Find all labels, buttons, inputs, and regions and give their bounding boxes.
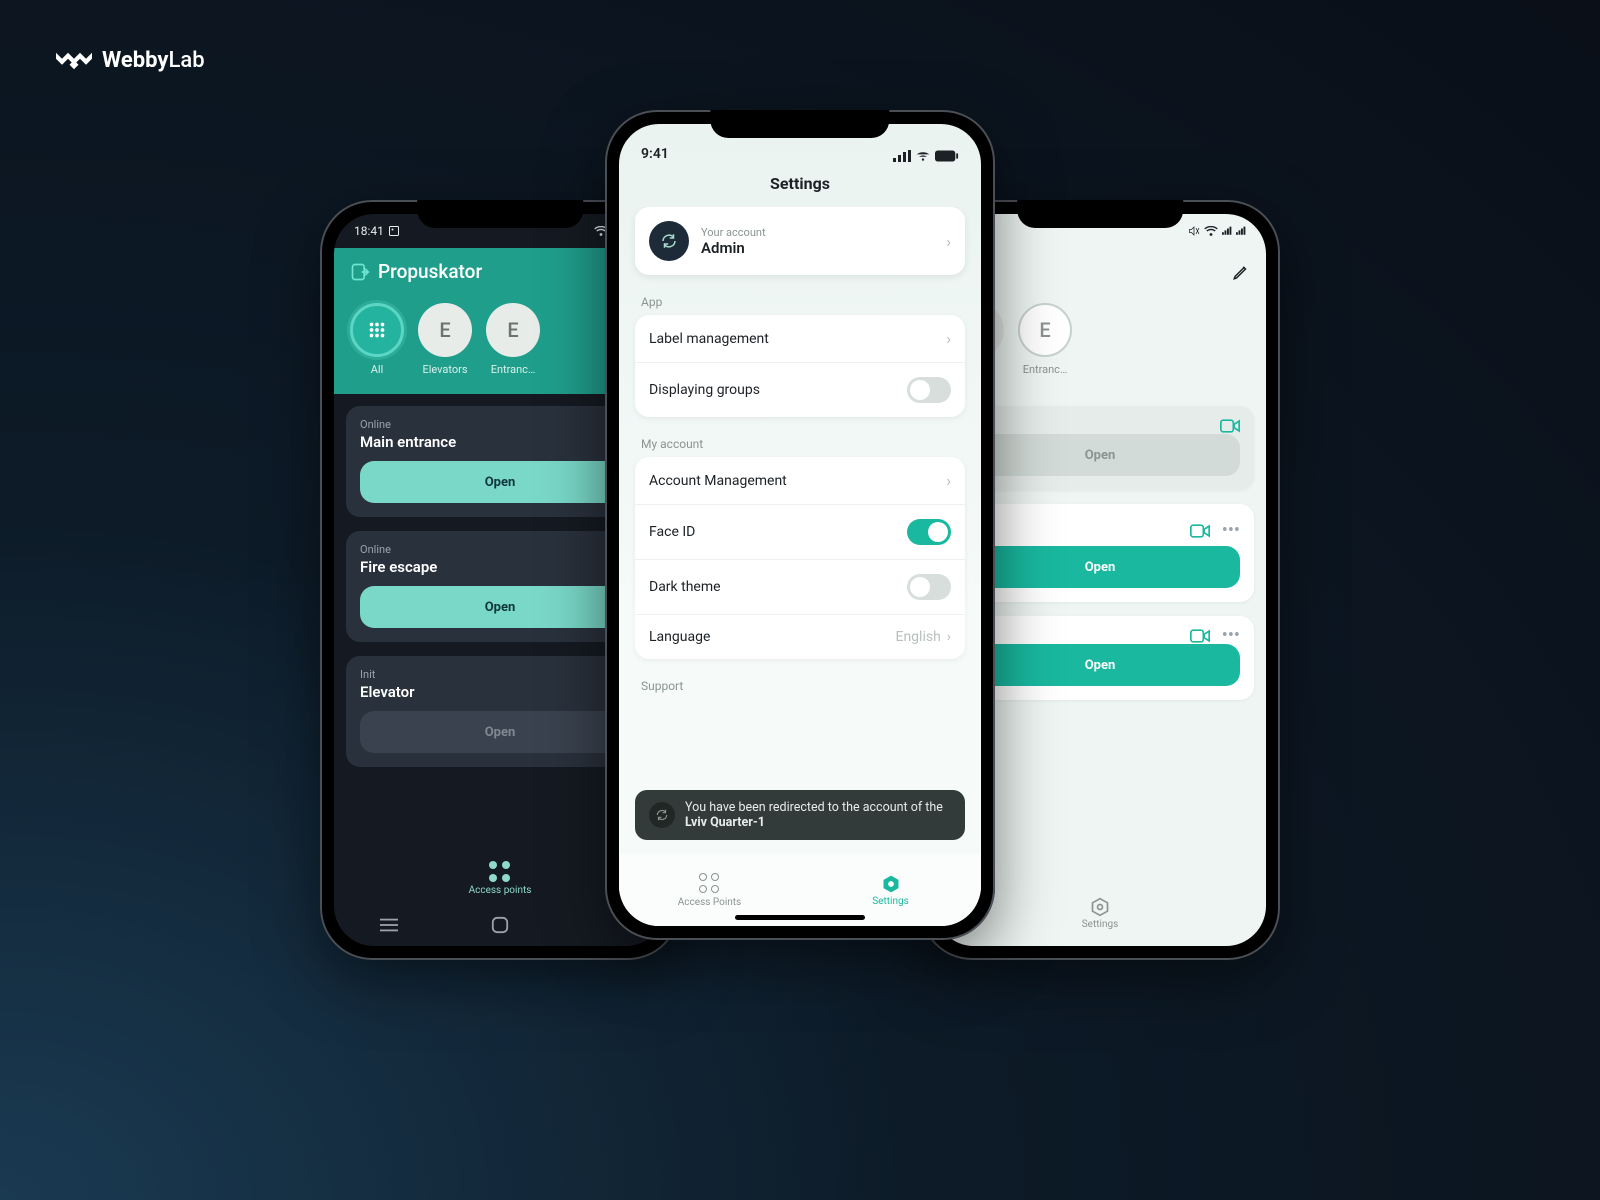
battery-icon — [935, 150, 959, 162]
chip-label: All — [371, 363, 384, 376]
open-button[interactable]: Open — [960, 546, 1240, 588]
section-app: App — [635, 289, 965, 315]
cellular-icon — [893, 150, 911, 162]
nav-recents[interactable] — [378, 914, 400, 936]
page-title: Settings — [619, 166, 981, 207]
card-name: Elevator — [360, 683, 640, 701]
account-name: Admin — [701, 239, 766, 257]
tab-label: Settings — [1082, 919, 1119, 930]
toast-redirected: You have been redirected to the account … — [635, 790, 965, 840]
toggle-face-id[interactable] — [907, 519, 951, 545]
row-label-management[interactable]: Label management › — [635, 315, 965, 362]
open-button-disabled: Open — [960, 434, 1240, 476]
chip-entrances[interactable]: E Entranc… — [1018, 303, 1072, 376]
edit-icon[interactable] — [1232, 263, 1250, 281]
settings-icon — [881, 874, 901, 894]
chip-label: Entranc… — [1023, 363, 1068, 376]
wifi-icon — [1204, 226, 1218, 236]
toast-text: You have been redirected to the account … — [685, 800, 951, 830]
card-name: Fire escape — [360, 558, 640, 576]
sync-icon — [649, 221, 689, 261]
row-dark-theme[interactable]: Dark theme — [635, 559, 965, 614]
section-my-account: My account — [635, 431, 965, 457]
more-icon[interactable]: ••• — [1222, 526, 1240, 536]
row-language[interactable]: Language English › — [635, 614, 965, 659]
status-time: 9:41 — [641, 146, 669, 162]
settings-icon — [1090, 897, 1110, 917]
chevron-right-icon: › — [946, 471, 951, 490]
chip-entrances[interactable]: E Entranc… — [486, 303, 540, 376]
account-row[interactable]: Your account Admin › — [635, 207, 965, 275]
brand-name-1: Webby — [102, 48, 169, 73]
card-status: Online — [360, 418, 640, 431]
chip-elevators[interactable]: E Elevators — [418, 303, 472, 376]
open-button[interactable]: Open — [360, 461, 640, 503]
language-value: English — [895, 629, 940, 645]
open-button-disabled: Open — [360, 711, 640, 753]
signal2-icon — [1236, 226, 1246, 236]
brand-logo: WebbyLab — [56, 48, 205, 73]
row-face-id[interactable]: Face ID — [635, 504, 965, 559]
row-account-management[interactable]: Account Management › — [635, 457, 965, 504]
open-button[interactable]: Open — [960, 644, 1240, 686]
webbylab-mark-icon — [56, 49, 92, 73]
picture-icon — [388, 225, 400, 237]
home-indicator[interactable] — [735, 915, 865, 920]
tab-label: Access points — [469, 885, 532, 896]
exit-icon[interactable] — [350, 262, 370, 282]
card-status: Init — [360, 668, 640, 681]
camera-icon[interactable] — [1220, 418, 1240, 434]
card-name: Main entrance — [360, 433, 640, 451]
card-status: Online — [360, 543, 640, 556]
tab-label: Access Points — [678, 897, 741, 908]
apps-icon — [489, 861, 511, 883]
sync-icon — [649, 802, 675, 828]
row-displaying-groups[interactable]: Displaying groups — [635, 362, 965, 417]
tab-label: Settings — [872, 896, 909, 907]
status-time: 18:41 — [354, 224, 384, 238]
chip-all[interactable]: All — [350, 303, 404, 376]
account-label: Your account — [701, 226, 766, 239]
more-icon[interactable]: ••• — [1222, 631, 1240, 641]
mute-icon — [1188, 225, 1200, 237]
wifi-icon — [915, 150, 931, 162]
camera-icon[interactable] — [1190, 523, 1210, 539]
chevron-right-icon: › — [946, 329, 951, 348]
chip-label: Entranc… — [491, 363, 536, 376]
signal-icon — [1222, 226, 1232, 236]
camera-icon[interactable] — [1190, 628, 1210, 644]
brand-name-2: Lab — [169, 48, 205, 73]
nav-home[interactable] — [489, 914, 511, 936]
section-support: Support — [635, 673, 965, 699]
chip-label: Elevators — [422, 363, 467, 376]
apps-icon — [699, 873, 721, 895]
chevron-right-icon: › — [946, 232, 951, 251]
open-button[interactable]: Open — [360, 586, 640, 628]
app-title: Propuskator — [378, 260, 482, 283]
toggle-dark-theme[interactable] — [907, 574, 951, 600]
chevron-right-icon: › — [947, 629, 951, 645]
toggle-displaying-groups[interactable] — [907, 377, 951, 403]
grid-icon — [366, 319, 388, 341]
phone-settings: 9:41 Settings Your account Admin — [605, 110, 995, 940]
